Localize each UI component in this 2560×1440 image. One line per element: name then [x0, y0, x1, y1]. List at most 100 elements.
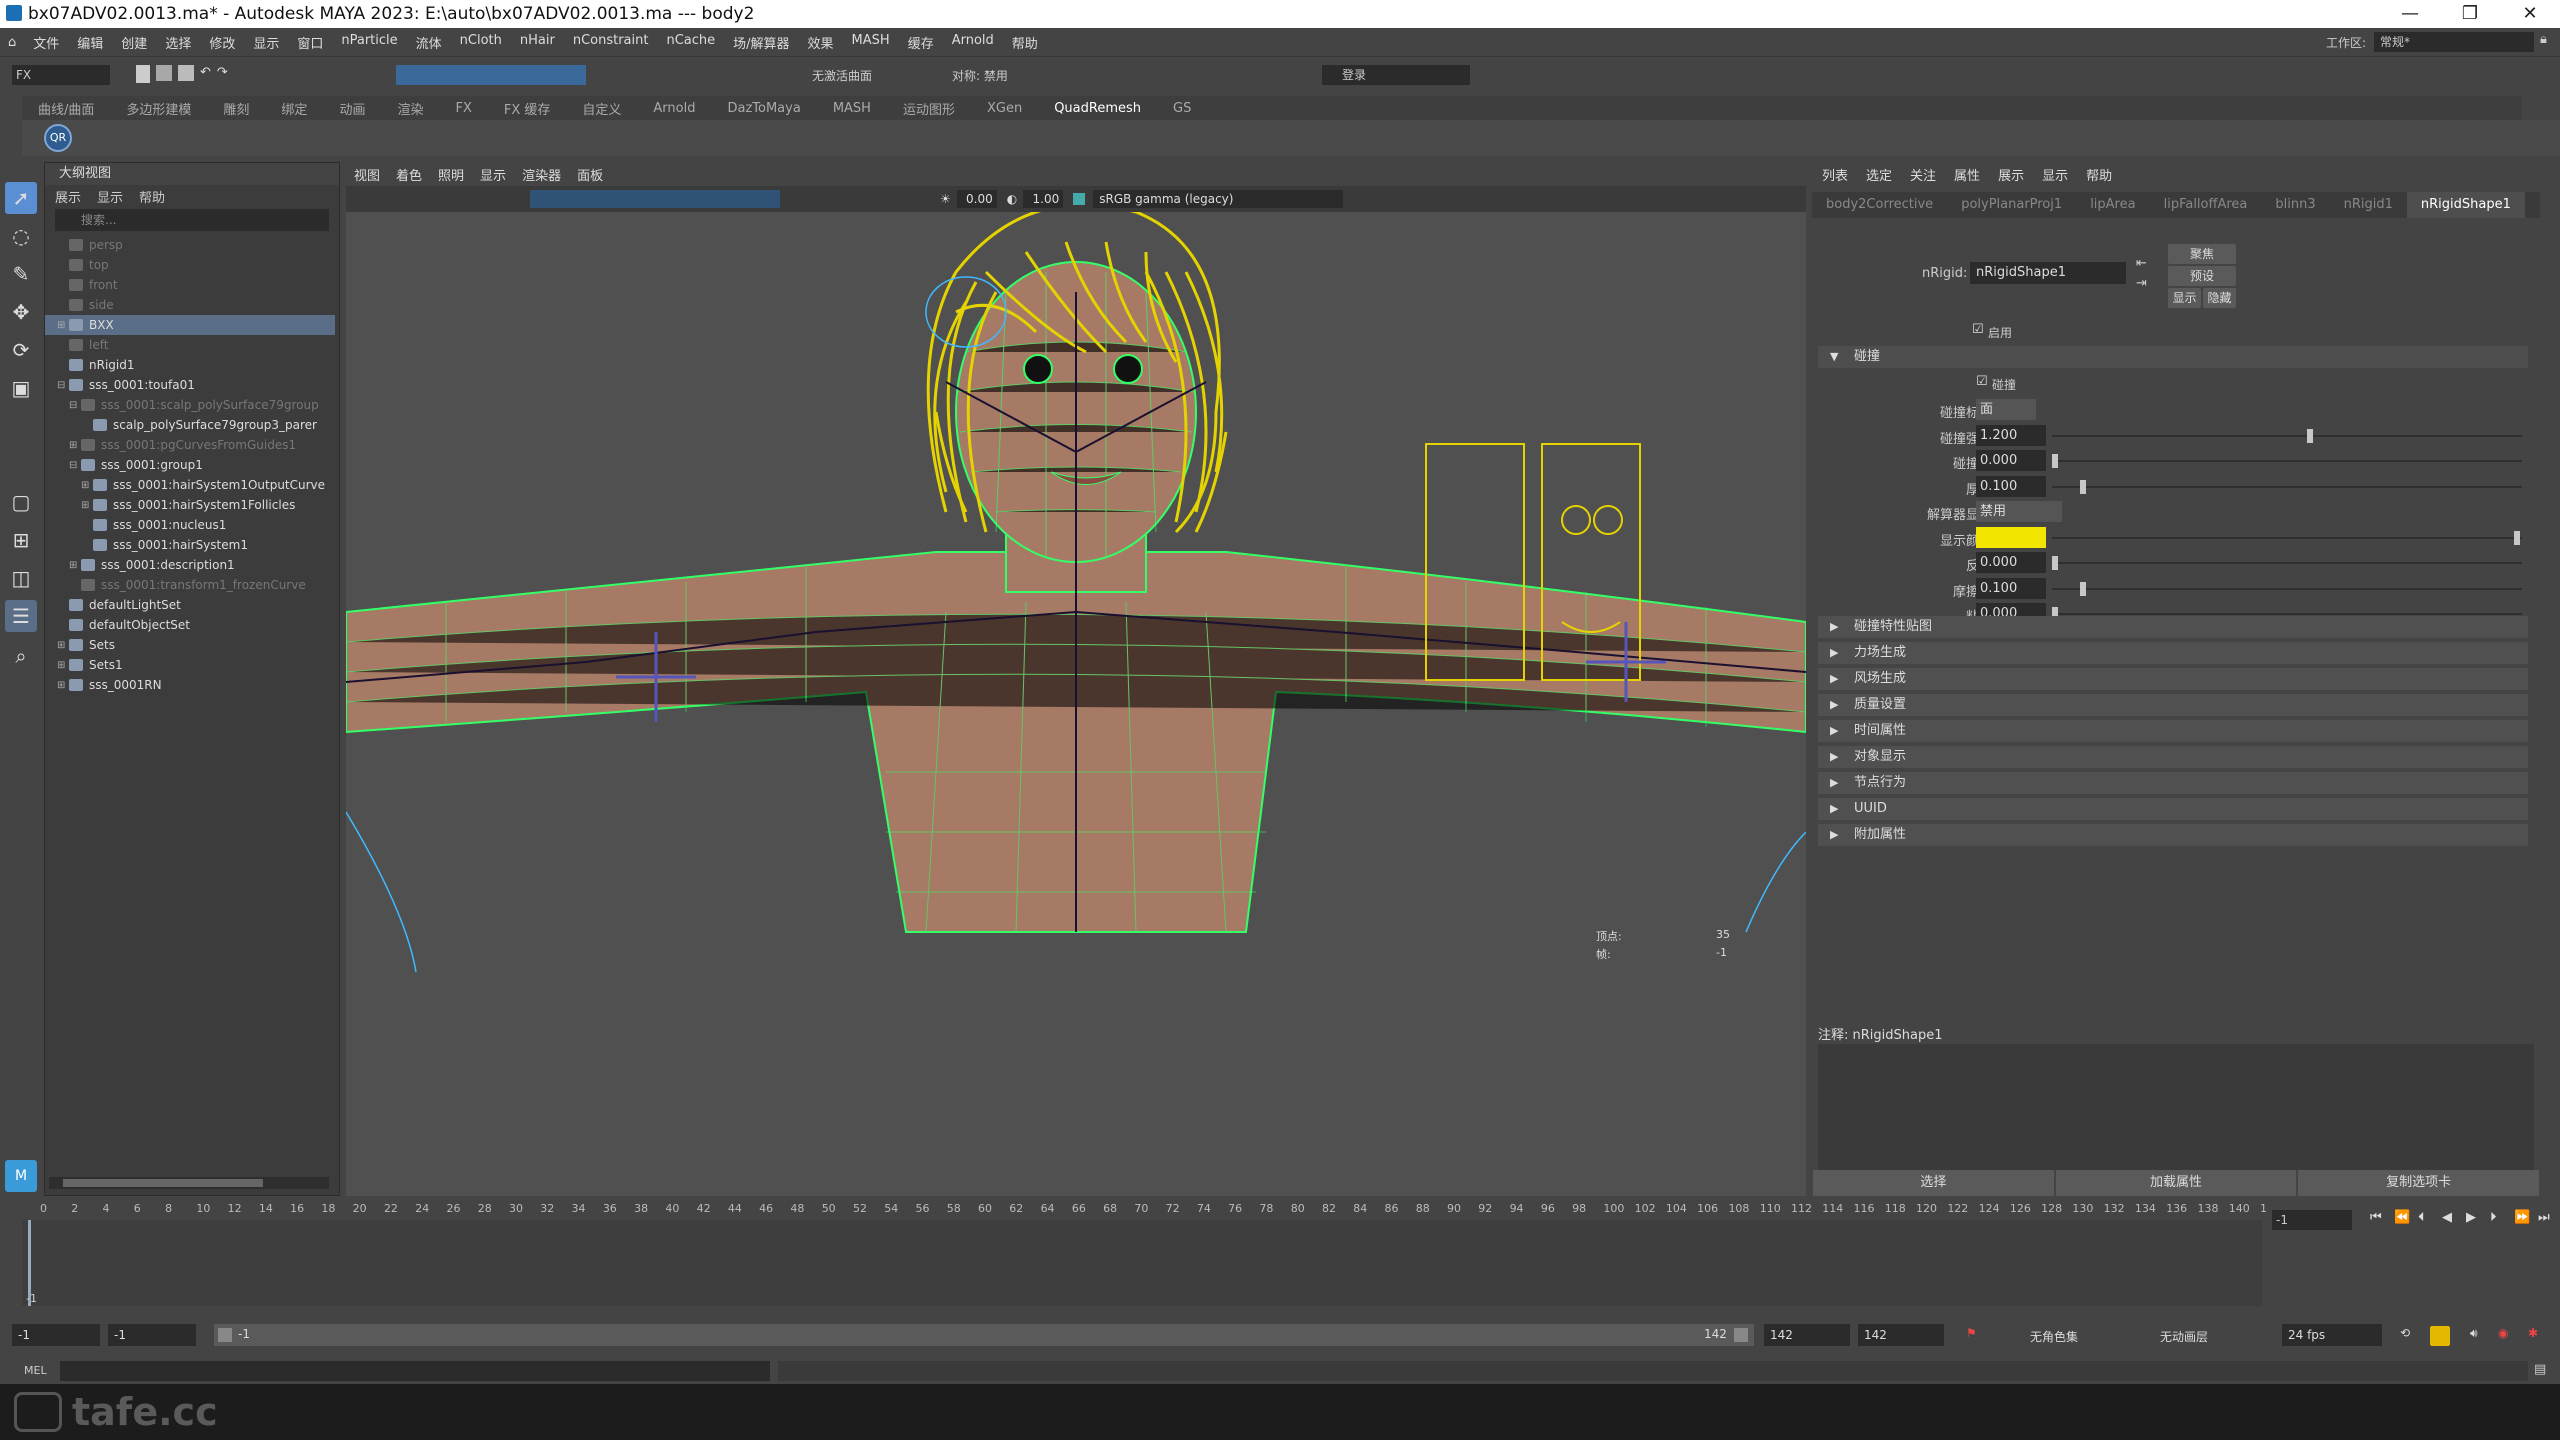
slider-knob[interactable]	[2080, 581, 2086, 596]
outliner-row[interactable]: ⊞ sss_0001:pgCurvesFromGuides1	[45, 435, 335, 455]
ae-bottom-button[interactable]: 选择	[1813, 1170, 2054, 1196]
shelf-tab[interactable]: QuadRemesh	[1038, 101, 1157, 116]
move-tool-icon[interactable]: ✥	[5, 296, 37, 328]
outliner-row[interactable]: ⊟ sss_0001:toufa01	[45, 375, 335, 395]
ae-menu-item[interactable]: 展示	[1998, 165, 2024, 184]
shelf-tab[interactable]: 曲线/曲面	[22, 99, 110, 118]
two-view-icon[interactable]: ◫	[5, 562, 37, 594]
ae-bottom-button[interactable]: 复制选项卡	[2298, 1170, 2540, 1196]
menu-item[interactable]: nConstraint	[564, 33, 658, 52]
shelf-tab[interactable]: MASH	[817, 101, 887, 116]
selection-mask-toolbar[interactable]	[396, 65, 586, 85]
outliner-row[interactable]: ⊞ Sets1	[45, 655, 335, 675]
exposure-field[interactable]: 0.00	[956, 190, 997, 208]
script-editor-icon[interactable]: ▤	[2534, 1362, 2546, 1377]
menu-item[interactable]: 编辑	[68, 33, 112, 52]
color-management-icon[interactable]	[1073, 193, 1086, 205]
viewport-menu-item[interactable]: 渲染器	[514, 165, 569, 184]
menu-item[interactable]: 缓存	[899, 33, 943, 52]
menu-item[interactable]: 场/解算器	[724, 33, 798, 52]
step-forward-icon[interactable]: ⏩	[2514, 1210, 2530, 1225]
attribute-slider[interactable]	[2052, 479, 2522, 494]
attribute-dropdown[interactable]: 禁用	[1976, 501, 2062, 522]
menu-item[interactable]: Arnold	[943, 33, 1003, 52]
minimize-button[interactable]: —	[2380, 0, 2440, 28]
outliner-row[interactable]: ⊞ sss_0001:hairSystem1OutputCurve	[45, 475, 335, 495]
step-back-icon[interactable]: ⏪	[2394, 1210, 2410, 1225]
ae-tab[interactable]: body2Corrective	[1812, 192, 1947, 218]
anim-layer-dropdown[interactable]: 无动画层	[2160, 1328, 2208, 1345]
outliner-row[interactable]: top	[45, 255, 335, 275]
menu-item[interactable]: 修改	[200, 33, 244, 52]
menu-item[interactable]: 选择	[156, 33, 200, 52]
ae-menu-item[interactable]: 显示	[2042, 165, 2068, 184]
attribute-field[interactable]: 0.100	[1976, 475, 2046, 497]
single-view-icon[interactable]: ▢	[5, 486, 37, 518]
playback-prefs-icon[interactable]: ✱	[2528, 1326, 2538, 1340]
ae-tab[interactable]: lipFalloffArea	[2150, 192, 2262, 218]
shelf-tab[interactable]: 绑定	[265, 99, 323, 118]
outliner-row[interactable]: ⊟ sss_0001:group1	[45, 455, 335, 475]
zoom-icon[interactable]: ⌕	[5, 640, 37, 672]
collision-checkbox[interactable]: ☑	[1976, 374, 1988, 389]
range-handle-right[interactable]	[1734, 1328, 1748, 1342]
hide-button[interactable]: 隐藏	[2203, 288, 2236, 308]
menu-item[interactable]: 帮助	[1003, 33, 1047, 52]
outliner-row[interactable]: ⊞ sss_0001:description1	[45, 555, 335, 575]
expand-toggle-icon[interactable]: ⊞	[57, 640, 69, 651]
menu-item[interactable]: 窗口	[288, 33, 332, 52]
show-button[interactable]: 显示	[2168, 288, 2201, 308]
quadremesh-shelf-button[interactable]: QR	[44, 124, 72, 152]
login-dropdown[interactable]: 登录	[1322, 65, 1470, 85]
attribute-slider[interactable]	[2052, 581, 2522, 596]
display-color-swatch[interactable]	[1976, 526, 2046, 548]
expand-toggle-icon[interactable]: ⊞	[81, 480, 93, 491]
ae-bottom-button[interactable]: 加载属性	[2055, 1170, 2297, 1196]
shelf-tab[interactable]: 渲染	[381, 99, 439, 118]
outliner-scroll-thumb[interactable]	[63, 1179, 263, 1187]
camera-tools-icons[interactable]	[356, 190, 516, 208]
record-icon[interactable]: ◉	[2498, 1326, 2508, 1340]
ae-tab[interactable]: polyPlanarProj1	[1947, 192, 2076, 218]
gamma-icon[interactable]: ◐	[1007, 192, 1017, 206]
viewport-menu-item[interactable]: 面板	[569, 165, 611, 184]
eye-ctrl-right[interactable]	[1593, 505, 1623, 535]
slider-knob[interactable]	[2052, 556, 2058, 570]
shelf-tab[interactable]: 自定义	[566, 99, 637, 118]
slider-knob[interactable]	[2307, 428, 2313, 443]
attribute-field[interactable]: 0.100	[1976, 577, 2046, 599]
ae-menu-item[interactable]: 列表	[1822, 165, 1848, 184]
ae-section-header[interactable]: ▶ 力场生成	[1818, 642, 2528, 664]
outliner-search-input[interactable]: 搜索...	[55, 209, 329, 231]
expand-toggle-icon[interactable]: ⊞	[69, 440, 81, 451]
focus-button[interactable]: 聚焦	[2168, 244, 2236, 264]
go-to-end-icon[interactable]: ⏭	[2538, 1210, 2550, 1225]
paint-select-icon[interactable]: ✎	[5, 258, 37, 290]
ae-section-header[interactable]: ▶ 对象显示	[1818, 746, 2528, 768]
expand-toggle-icon[interactable]: ⊟	[69, 460, 81, 471]
expand-toggle-icon[interactable]: ⊞	[57, 660, 69, 671]
viewport-menu-item[interactable]: 照明	[430, 165, 472, 184]
shelf-tab[interactable]: 运动图形	[887, 99, 971, 118]
shelf-tab[interactable]: Arnold	[637, 101, 711, 116]
attribute-field[interactable]: 1.200	[1976, 424, 2046, 446]
lock-icon[interactable]: 🔒︎	[2540, 32, 2547, 47]
attribute-field[interactable]: 0.000	[1976, 450, 2046, 471]
expand-toggle-icon[interactable]: ⊞	[57, 320, 69, 331]
time-slider[interactable]: 0 2 4 6 8 10 12 14 16 18 20 22 24 26 28 30 32 34 36 38 40 42 4…	[22, 1202, 2281, 1312]
current-frame-field[interactable]: -1	[2272, 1210, 2352, 1230]
attribute-slider[interactable]	[2052, 607, 2522, 621]
outliner-row[interactable]: nRigid1	[45, 355, 335, 375]
ae-section-header[interactable]: ▶ 附加属性	[1818, 824, 2528, 846]
new-scene-icon[interactable]	[136, 65, 150, 83]
mel-input[interactable]	[60, 1361, 770, 1381]
shelf-tab[interactable]: FX 缓存	[488, 99, 567, 118]
collision-section-header[interactable]: ▼ 碰撞	[1818, 346, 2528, 368]
enable-checkbox[interactable]: ☑	[1972, 322, 1984, 337]
shelf-tab[interactable]: 雕刻	[207, 99, 265, 118]
attribute-slider[interactable]	[2052, 556, 2522, 570]
ae-menu-item[interactable]: 关注	[1910, 165, 1936, 184]
slider-knob[interactable]	[2514, 530, 2520, 545]
shading-toggles[interactable]	[530, 190, 780, 208]
outliner-row[interactable]: side	[45, 295, 335, 315]
